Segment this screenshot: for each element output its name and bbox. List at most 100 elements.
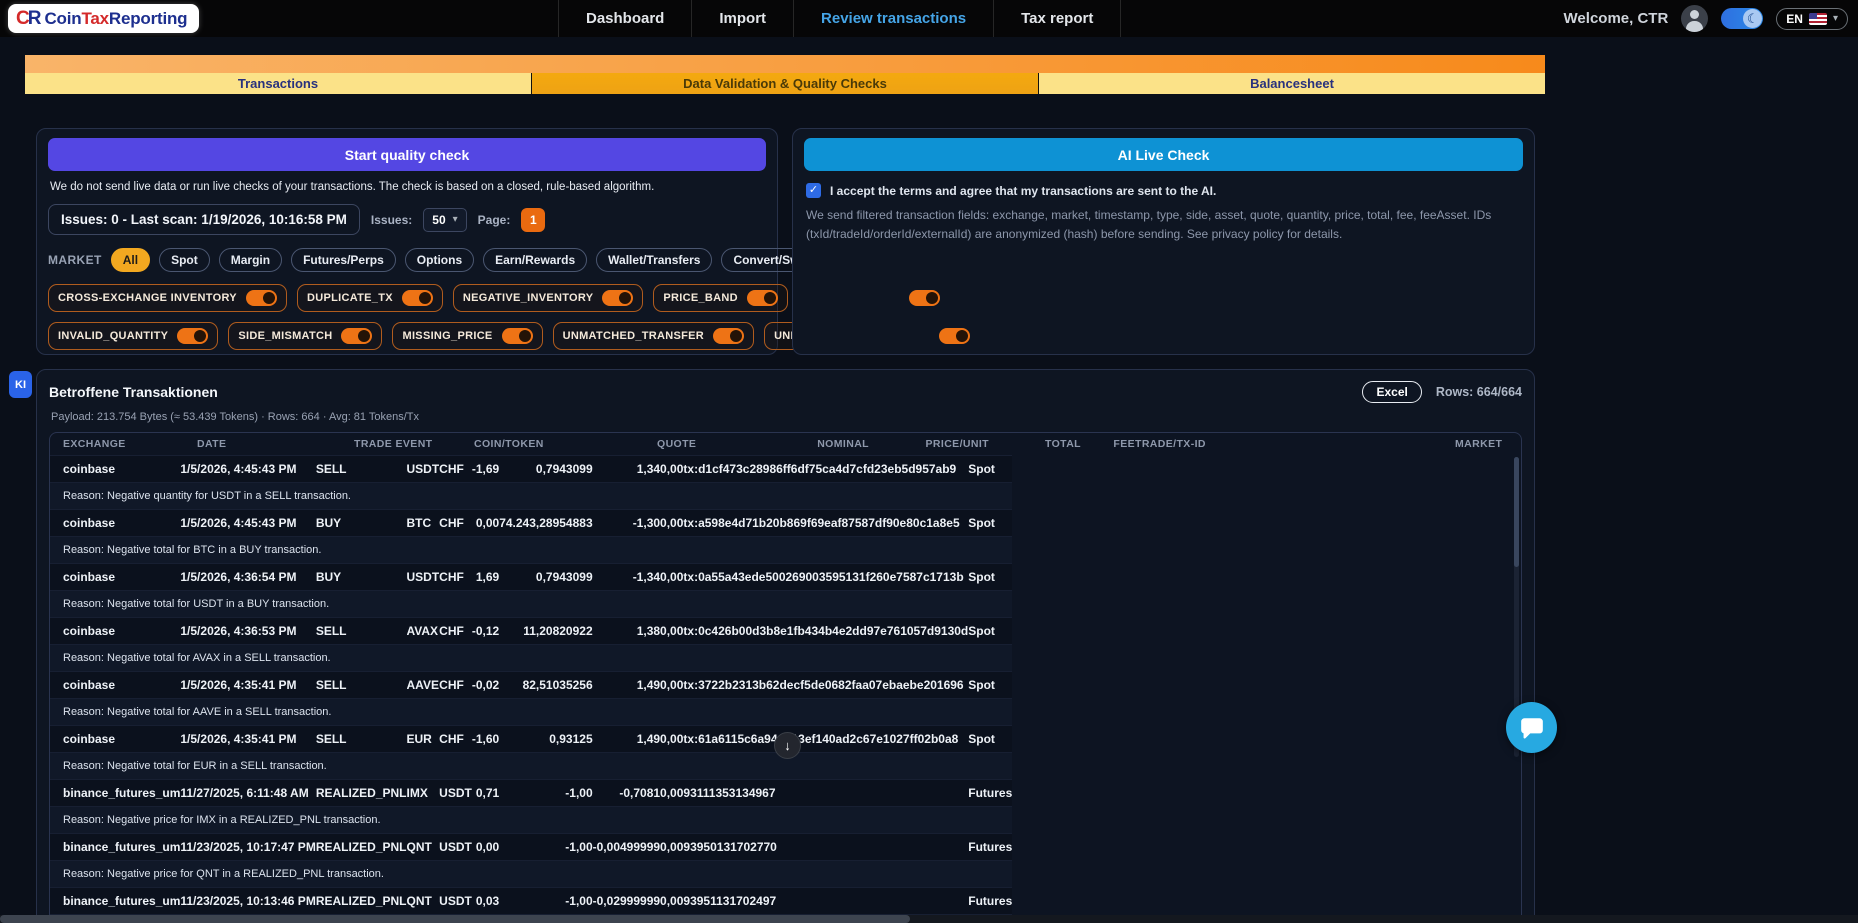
rule-toggle[interactable] [747, 290, 778, 306]
rule-chip-missing-price[interactable]: MISSING_PRICE [392, 322, 542, 350]
issues-row: Issues: 0 - Last scan: 1/19/2026, 10:16:… [48, 204, 766, 235]
scrollbar-thumb[interactable] [1514, 457, 1519, 567]
logo-icon: CR [16, 8, 39, 30]
moon-icon: ☾ [1743, 9, 1762, 28]
table-row[interactable]: coinbase1/5/2026, 4:45:43 PMSELLUSDTCHF … [50, 456, 1012, 483]
issues-per-page-select[interactable]: 50 ▾ [423, 208, 466, 232]
rule-toggle[interactable] [177, 328, 208, 344]
dark-mode-toggle[interactable]: ☾ [1721, 8, 1763, 29]
column-header-exchange: EXCHANGE [50, 433, 197, 455]
consent-checkbox[interactable]: ✓ [806, 183, 821, 198]
column-header-trade-tx-id: TRADE/TX-ID [1135, 433, 1455, 455]
column-header-quote: QUOTE [657, 433, 750, 455]
rule-toggle[interactable] [909, 290, 940, 306]
tab-transactions[interactable]: Transactions [25, 73, 531, 94]
market-chips: All Spot Margin Futures/Perps Options Earn/Re… [111, 248, 906, 272]
chat-bubble-icon [1519, 715, 1545, 741]
nav-item-review-transactions[interactable]: Review transactions [793, 0, 993, 37]
table-row-reason: Reason: Negative quantity for USDT in a … [50, 483, 1012, 510]
rule-chip-negative-inventory[interactable]: NEGATIVE_INVENTORY [453, 284, 644, 312]
top-navbar: CR CoinTaxReporting DashboardImportRevie… [0, 0, 1858, 37]
table-row[interactable]: coinbase1/5/2026, 4:36:53 PMSELLAVAXCHF … [50, 618, 1012, 645]
quality-check-panel: Start quality check We do not send live … [36, 128, 778, 355]
scrollbar-thumb[interactable] [0, 915, 910, 923]
nav-item-tax-report[interactable]: Tax report [993, 0, 1121, 37]
table-header-bar: Betroffene Transaktionen Excel Rows: 664… [49, 381, 1522, 403]
issues-label: Issues: [371, 213, 412, 227]
rule-chip-invalid-quantity[interactable]: INVALID_QUANTITY [48, 322, 218, 350]
table-row[interactable]: binance_futures_um11/23/2025, 10:17:47 P… [50, 834, 1012, 861]
page-label: Page: [478, 213, 511, 227]
nav-item-dashboard[interactable]: Dashboard [558, 0, 691, 37]
rule-toggles-row-2: INVALID_QUANTITY SIDE_MISMATCH MISSING_PRI… [48, 322, 766, 350]
tab-row: TransactionsData Validation & Quality Ch… [25, 73, 1545, 94]
table-row[interactable]: coinbase1/5/2026, 4:45:43 PMBUYBTCCHF 0,… [50, 510, 1012, 537]
rule-toggle[interactable] [341, 328, 372, 344]
welcome-text: Welcome, CTR [1564, 10, 1669, 27]
table-row-reason: Reason: Negative total for AVAX in a SEL… [50, 645, 1012, 672]
rule-toggle[interactable] [713, 328, 744, 344]
table-column-headers: EXCHANGEDATETRADE EVENTCOIN/TOKENQUOTENO… [50, 433, 1522, 455]
app-logo[interactable]: CR CoinTaxReporting [8, 4, 199, 33]
quality-disclaimer: We do not send live data or run live che… [50, 181, 764, 193]
table-row[interactable]: binance_futures_um11/23/2025, 10:13:46 P… [50, 888, 1012, 915]
navbar-right: Welcome, CTR ☾ EN ▾ [1564, 0, 1848, 37]
column-header-fee: FEE [1081, 433, 1135, 455]
ai-live-check-panel: AI Live Check ✓ I accept the terms and a… [792, 128, 1535, 355]
market-chip-futures-perps[interactable]: Futures/Perps [291, 248, 396, 272]
column-header-market: MARKET [1455, 433, 1522, 455]
tab-balancesheet[interactable]: Balancesheet [1039, 73, 1545, 94]
tab-strip: TransactionsData Validation & Quality Ch… [25, 55, 1545, 94]
person-icon [1690, 10, 1699, 19]
transactions-table-wrapper: EXCHANGEDATETRADE EVENTCOIN/TOKENQUOTENO… [49, 432, 1522, 923]
us-flag-icon [1809, 13, 1827, 25]
nav-item-import[interactable]: Import [691, 0, 793, 37]
chat-button[interactable] [1506, 702, 1557, 753]
user-avatar[interactable] [1681, 5, 1708, 32]
rule-chip-price-band[interactable]: PRICE_BAND [653, 284, 788, 312]
table-row[interactable]: binance_futures_um11/27/2025, 6:11:48 AM… [50, 780, 1012, 807]
page-horizontal-scrollbar[interactable] [0, 915, 1858, 923]
market-chip-margin[interactable]: Margin [219, 248, 282, 272]
rule-chip-unmatched-transfer[interactable]: UNMATCHED_TRANSFER [553, 322, 754, 350]
market-chip-options[interactable]: Options [405, 248, 474, 272]
logo-text: CoinTaxReporting [44, 9, 187, 29]
scroll-down-button[interactable]: ↓ [774, 732, 801, 759]
table-row-reason: Reason: Negative total for BTC in a BUY … [50, 537, 1012, 564]
start-quality-check-button[interactable]: Start quality check [48, 138, 766, 171]
market-chip-wallet-transfers[interactable]: Wallet/Transfers [596, 248, 712, 272]
column-header-coin-token: COIN/TOKEN [474, 433, 657, 455]
language-selector[interactable]: EN ▾ [1776, 8, 1848, 30]
rule-toggle[interactable] [402, 290, 433, 306]
market-chip-all[interactable]: All [111, 248, 150, 272]
table-title: Betroffene Transaktionen [49, 384, 218, 400]
rule-toggle[interactable] [939, 328, 970, 344]
rule-chip-duplicate-tx[interactable]: DUPLICATE_TX [297, 284, 443, 312]
panels-row: Start quality check We do not send live … [36, 128, 1535, 355]
rule-chip-side-mismatch[interactable]: SIDE_MISMATCH [228, 322, 382, 350]
rule-chip-cross-exchange-inventory[interactable]: CROSS-EXCHANGE INVENTORY [48, 284, 287, 312]
rule-toggle[interactable] [602, 290, 633, 306]
table-row[interactable]: coinbase1/5/2026, 4:35:41 PMSELLAAVECHF … [50, 672, 1012, 699]
table-row-reason: Reason: Negative total for EUR in a SELL… [50, 753, 1012, 780]
column-header-date: DATE [197, 433, 354, 455]
down-arrow-icon: ↓ [784, 738, 791, 753]
page-1-button[interactable]: 1 [521, 208, 545, 232]
table-row[interactable]: coinbase1/5/2026, 4:36:54 PMBUYUSDTCHF 1… [50, 564, 1012, 591]
tab-data-validation-quality-checks[interactable]: Data Validation & Quality Checks [531, 73, 1039, 94]
rule-toggle[interactable] [502, 328, 533, 344]
table-row[interactable]: coinbase1/5/2026, 4:35:41 PMSELLEURCHF -… [50, 726, 1012, 753]
scan-status: Issues: 0 - Last scan: 1/19/2026, 10:16:… [48, 204, 360, 235]
market-chip-earn-rewards[interactable]: Earn/Rewards [483, 248, 587, 272]
ki-badge[interactable]: KI [9, 371, 32, 398]
market-filter-row: MARKET AllSpotMarginFutures/PerpsOptions… [48, 248, 766, 272]
market-chip-spot[interactable]: Spot [159, 248, 210, 272]
transactions-table: EXCHANGEDATETRADE EVENTCOIN/TOKENQUOTENO… [50, 433, 1522, 923]
table-row-reason: Reason: Negative total for USDT in a BUY… [50, 591, 1012, 618]
rule-toggle[interactable] [246, 290, 277, 306]
table-row-reason: Reason: Negative total for AAVE in a SEL… [50, 699, 1012, 726]
ai-live-check-button[interactable]: AI Live Check [804, 138, 1523, 171]
column-header-total: TOTAL [989, 433, 1081, 455]
excel-export-button[interactable]: Excel [1362, 381, 1421, 403]
rows-count: Rows: 664/664 [1436, 385, 1522, 399]
